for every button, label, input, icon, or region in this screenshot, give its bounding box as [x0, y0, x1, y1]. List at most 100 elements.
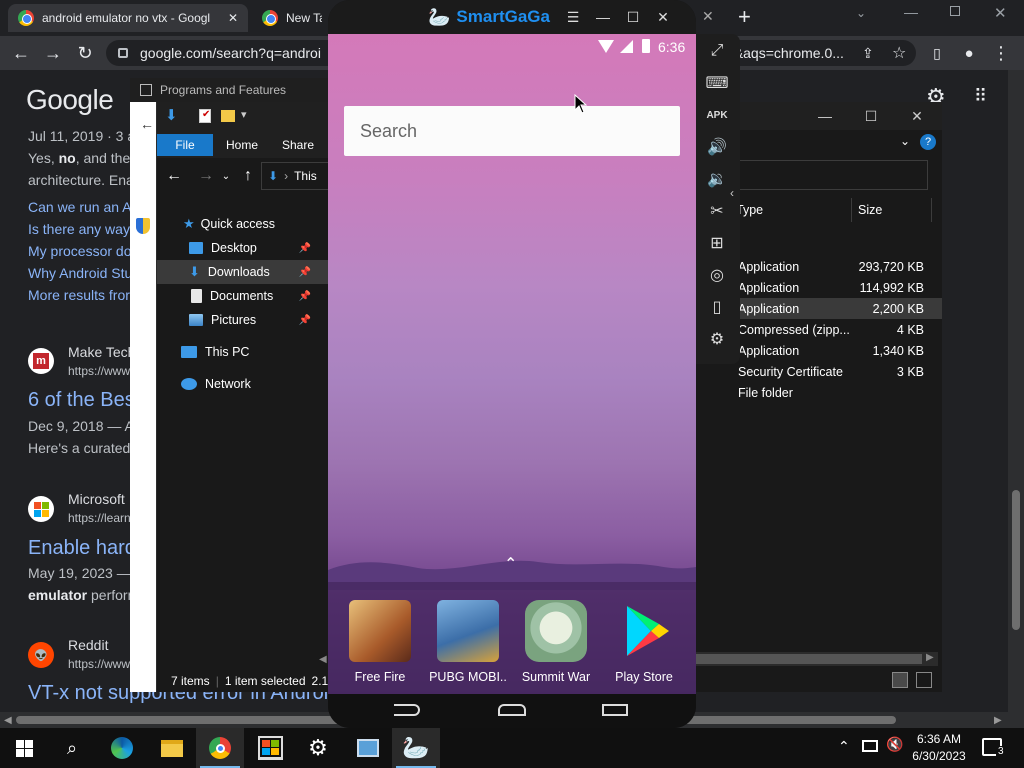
store-taskbar-button[interactable] [246, 728, 294, 768]
ribbon-expand-icon[interactable]: ⌄ [900, 134, 910, 148]
reload-icon[interactable]: ↻ [72, 36, 98, 70]
pin-icon[interactable]: 📌 [299, 315, 311, 326]
tab-new-tab[interactable]: New Tab [252, 4, 332, 32]
details-view-icon[interactable] [892, 672, 908, 688]
collapse-toolbar-icon[interactable]: ‹ [730, 186, 734, 200]
app-pubg-mobile[interactable]: PUBG MOBI.. [424, 600, 512, 684]
nav-item-this-pc[interactable]: This PC [157, 340, 329, 364]
scroll-right-arrow[interactable]: ▶ [926, 652, 934, 663]
search-input[interactable] [728, 160, 928, 190]
app-summit-war[interactable]: Summit War [512, 600, 600, 684]
recents-nav-icon[interactable] [602, 704, 628, 716]
close-window-icon[interactable]: ✕ [994, 4, 1007, 22]
more-results-link[interactable]: More results fror [28, 287, 130, 303]
result-title-link[interactable]: 6 of the Bes [28, 389, 135, 412]
scrollbar-thumb[interactable] [1012, 490, 1020, 630]
side-panel-icon[interactable]: ▯ [924, 36, 950, 70]
app-drawer-chevron-icon[interactable]: ⌃ [504, 554, 517, 574]
chrome-taskbar-button[interactable] [196, 728, 244, 768]
apps-grid-icon[interactable]: ⠿ [974, 86, 987, 107]
volume-down-icon[interactable]: 🔉 [702, 166, 732, 192]
location-icon[interactable]: ◎ [702, 262, 732, 288]
app-play-store[interactable]: Play Store [600, 600, 688, 684]
minimize-icon[interactable]: — [802, 102, 848, 130]
properties-icon[interactable]: ✔ [199, 109, 211, 123]
forward-icon[interactable]: → [40, 36, 66, 70]
tab-google-search[interactable]: android emulator no vtx - Googl ✕ [8, 4, 248, 32]
restore-icon[interactable] [950, 6, 960, 16]
google-search-bar[interactable]: Search [344, 106, 680, 156]
emulator-title-bar[interactable]: 🦢 SmartGaGa ☰ — ☐ ✕ [328, 0, 696, 34]
forward-icon[interactable]: → [195, 164, 217, 188]
menu-kebab-icon[interactable]: ⋮ [988, 36, 1014, 70]
scrollbar-thumb[interactable] [696, 654, 922, 664]
new-folder-icon[interactable] [221, 110, 235, 122]
close-icon[interactable]: ✕ [652, 6, 674, 28]
bookmark-star-icon[interactable]: ☆ [892, 43, 906, 63]
tab-search-icon[interactable]: ⌄ [856, 6, 866, 20]
programs-features-titlebar[interactable]: Programs and Features [130, 78, 330, 102]
minimize-icon[interactable]: — [904, 4, 918, 20]
horizontal-scrollbar[interactable]: ▶ [696, 652, 938, 666]
file-row[interactable]: File folder [696, 382, 942, 403]
close-icon[interactable]: ✕ [894, 102, 940, 130]
up-icon[interactable]: ↑ [237, 164, 259, 188]
nav-item-pictures[interactable]: Pictures 📌 [157, 308, 329, 332]
smartgaga-taskbar-button[interactable]: 🦢 [392, 728, 440, 768]
settings-taskbar-button[interactable]: ⚙ [294, 728, 342, 768]
pin-icon[interactable]: 📌 [299, 267, 311, 278]
nav-item-quick-access[interactable]: ★ Quick access [157, 212, 329, 236]
address-bar[interactable]: ⬇ › This [261, 162, 329, 190]
large-icons-view-icon[interactable] [916, 672, 932, 688]
tab-file[interactable]: File [157, 134, 213, 156]
app-free-fire[interactable]: Free Fire [336, 600, 424, 684]
shake-icon[interactable]: ▯ [702, 294, 732, 320]
back-nav-icon[interactable] [394, 704, 420, 716]
close-tab-icon[interactable]: ✕ [702, 8, 714, 25]
notification-center-button[interactable]: 3 [982, 738, 1006, 757]
apk-install-icon[interactable]: APK [702, 102, 732, 128]
tab-share[interactable]: Share [273, 134, 323, 156]
nav-item-network[interactable]: Network [157, 372, 329, 396]
tab-home[interactable]: Home [217, 134, 267, 156]
maximize-icon[interactable]: ☐ [848, 102, 894, 130]
close-icon[interactable]: ✕ [228, 11, 238, 25]
search-button[interactable]: ⌕ [48, 728, 96, 768]
network-tray-icon[interactable] [862, 740, 878, 752]
maximize-icon[interactable]: ☐ [622, 6, 644, 28]
help-icon[interactable]: ? [920, 134, 936, 150]
fullscreen-icon[interactable]: ⤢ [702, 38, 732, 64]
multi-instance-icon[interactable]: ⊞ [702, 230, 732, 256]
file-row[interactable]: Security Certificate 3 KB [696, 361, 942, 382]
back-icon[interactable]: ← [163, 164, 185, 188]
recent-dropdown-icon[interactable]: ⌄ [219, 164, 233, 188]
profile-icon[interactable]: ● [956, 36, 982, 70]
pin-icon[interactable]: 📌 [299, 243, 311, 254]
column-header-size[interactable]: Size [858, 198, 932, 222]
share-icon[interactable]: ⇪ [862, 45, 874, 62]
minimize-icon[interactable]: — [592, 6, 614, 28]
volume-up-icon[interactable]: 🔊 [702, 134, 732, 160]
nav-item-documents[interactable]: Documents 📌 [157, 284, 329, 308]
google-logo[interactable]: Google [26, 84, 114, 116]
scroll-right-arrow[interactable]: ▶ [994, 715, 1002, 726]
screenshot-scissors-icon[interactable]: ✂ [702, 198, 732, 224]
related-question[interactable]: Can we run an A [28, 199, 132, 215]
edge-taskbar-button[interactable] [98, 728, 146, 768]
related-question[interactable]: Is there any way [28, 221, 130, 237]
file-explorer-taskbar-button[interactable] [148, 728, 196, 768]
nav-pane-scroll-left[interactable]: ◀ [319, 654, 327, 665]
volume-muted-tray-icon[interactable]: 🔇 [886, 736, 903, 753]
back-icon[interactable]: ← [8, 36, 34, 70]
result-title-link[interactable]: Enable hard [28, 537, 136, 560]
settings-gear-icon[interactable]: ⚙ [702, 326, 732, 352]
keyboard-icon[interactable]: ⌨ [702, 70, 732, 96]
vertical-scrollbar[interactable] [1008, 70, 1024, 712]
related-question[interactable]: My processor do [28, 243, 131, 259]
menu-hamburger-icon[interactable]: ☰ [562, 6, 584, 28]
nav-item-desktop[interactable]: Desktop 📌 [157, 236, 329, 260]
home-nav-icon[interactable] [498, 704, 526, 716]
pin-icon[interactable]: 📌 [299, 291, 311, 302]
start-button[interactable] [0, 728, 48, 768]
control-panel-taskbar-button[interactable] [344, 728, 392, 768]
